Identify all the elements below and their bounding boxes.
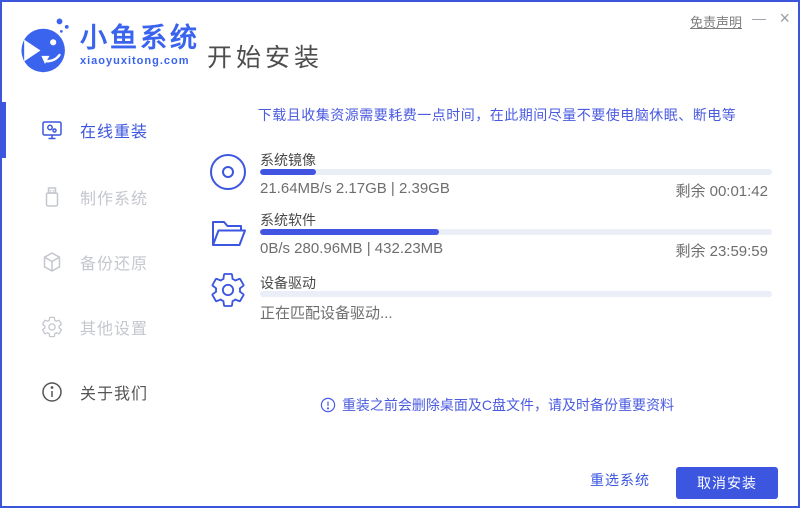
download-warning-text: 下载且收集资源需要耗费一点时间，在此期间尽量不要使电脑休眠、断电等: [192, 105, 800, 125]
disc-icon: [208, 152, 248, 192]
app-window: 小鱼系统 xiaoyuxitong.com 开始安装 免责声明 — × 在线重装: [0, 0, 800, 508]
cancel-install-button[interactable]: 取消安装: [676, 467, 778, 499]
task-progress-bar: [260, 169, 772, 175]
task-remaining: 剩余 00:01:42: [675, 180, 768, 201]
task-progress-bar: [260, 229, 772, 235]
gear-icon: [40, 315, 64, 339]
exclamation-circle-icon: [320, 397, 336, 413]
sidebar-item-other-settings[interactable]: 其他设置: [40, 313, 148, 341]
minimize-button[interactable]: —: [752, 10, 766, 26]
close-button[interactable]: ×: [779, 8, 790, 29]
page-title: 开始安装: [207, 38, 323, 74]
task-name: 系统镜像: [260, 150, 316, 170]
sidebar-item-label: 其他设置: [80, 315, 148, 339]
disclaimer-link[interactable]: 免责声明: [690, 12, 742, 31]
sidebar-item-label: 关于我们: [80, 380, 148, 404]
task-stats: 0B/s 280.96MB | 432.23MB: [260, 240, 443, 257]
task-name: 系统软件: [260, 210, 316, 230]
open-folder-icon: [208, 213, 248, 253]
backup-note: 重装之前会删除桌面及C盘文件，请及时备份重要资料: [192, 395, 800, 415]
task-stats: 21.64MB/s 2.17GB | 2.39GB: [260, 180, 450, 197]
logo-text: 小鱼系统 xiaoyuxitong.com: [80, 23, 200, 67]
task-status-text: 正在匹配设备驱动...: [260, 302, 393, 323]
sidebar-active-indicator: [2, 102, 6, 158]
backup-cube-icon: [40, 250, 64, 274]
task-progress-fill: [260, 169, 316, 175]
brand-name: 小鱼系统: [80, 23, 200, 53]
task-progress-bar: [260, 291, 772, 297]
gear-icon: [208, 270, 248, 310]
sidebar-item-backup-restore[interactable]: 备份还原: [40, 248, 148, 276]
reselect-system-button[interactable]: 重选系统: [590, 470, 650, 490]
sidebar-item-label: 备份还原: [80, 250, 148, 274]
monitor-reinstall-icon: [40, 118, 64, 142]
sidebar-item-label: 在线重装: [80, 118, 148, 142]
brand-domain: xiaoyuxitong.com: [80, 55, 200, 67]
task-progress-fill: [260, 229, 439, 235]
sidebar-item-label: 制作系统: [80, 185, 148, 209]
task-name: 设备驱动: [260, 273, 316, 293]
sidebar-item-about-us[interactable]: 关于我们: [40, 378, 148, 406]
app-logo: 小鱼系统 xiaoyuxitong.com: [16, 14, 200, 76]
sidebar-item-online-reinstall[interactable]: 在线重装: [40, 116, 148, 144]
backup-note-text: 重装之前会删除桌面及C盘文件，请及时备份重要资料: [342, 395, 674, 415]
task-remaining: 剩余 23:59:59: [675, 240, 768, 261]
fish-logo-icon: [16, 14, 74, 76]
usb-icon: [40, 185, 64, 209]
info-icon: [40, 380, 64, 404]
sidebar-item-make-system[interactable]: 制作系统: [40, 183, 148, 211]
